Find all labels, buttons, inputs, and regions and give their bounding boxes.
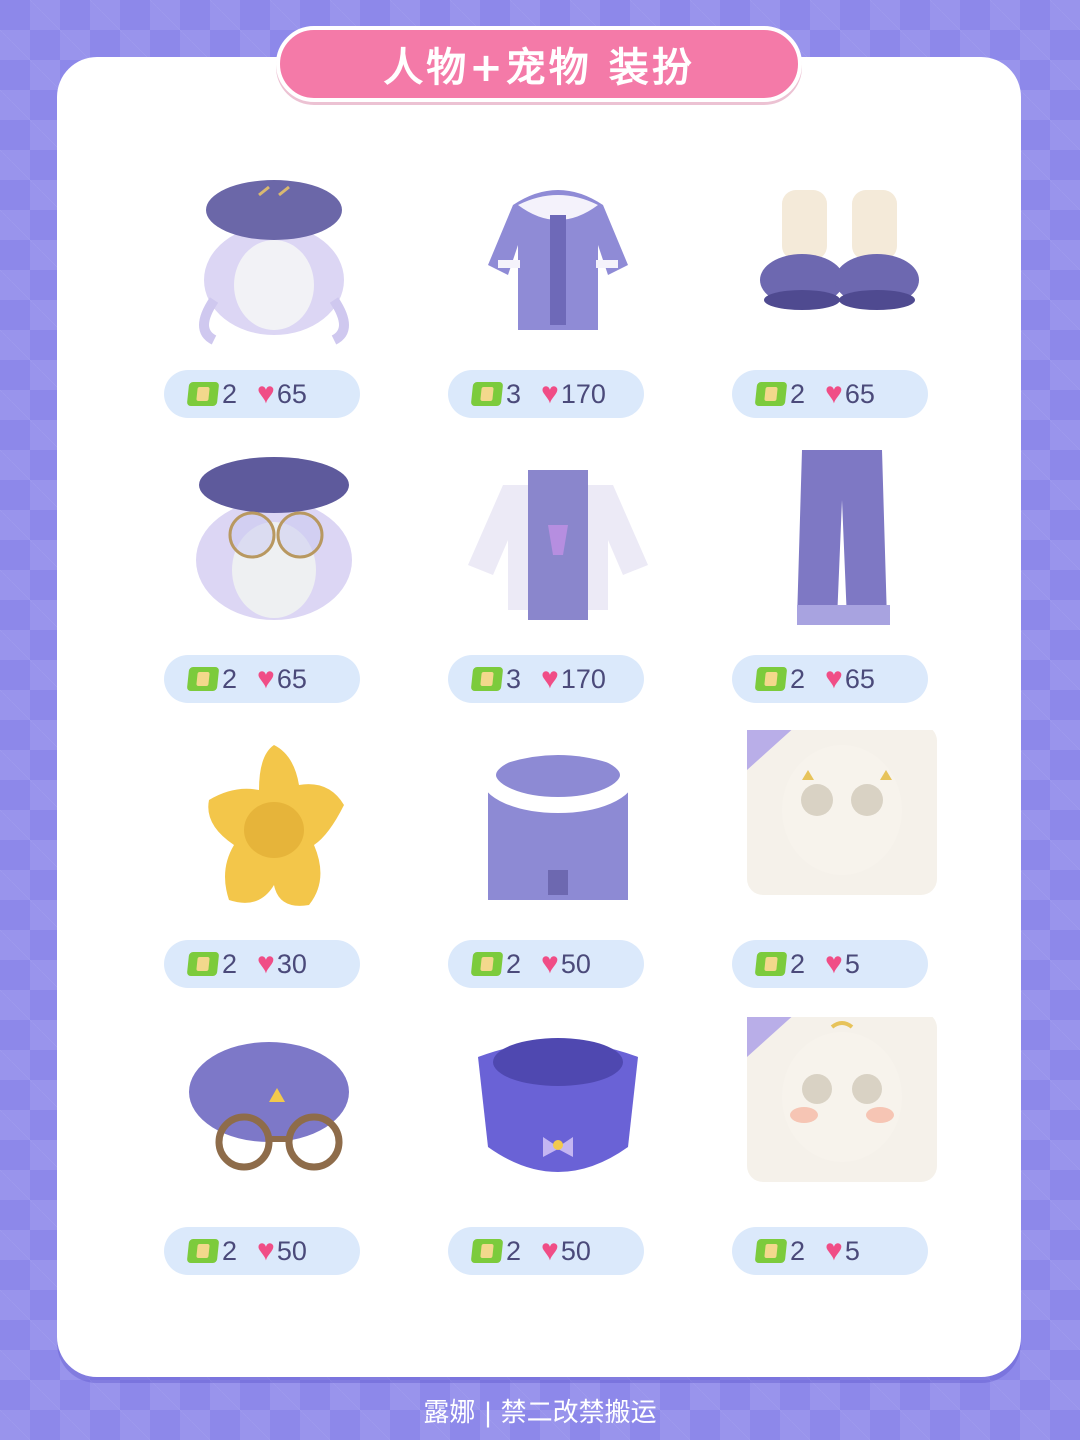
hooded-jacket-image: [488, 190, 628, 330]
item-card[interactable]: 2 ♥ 65: [732, 445, 952, 715]
heart-icon: ♥: [825, 377, 843, 410]
heart-icon: ♥: [825, 662, 843, 695]
item-card[interactable]: 2 ♥ 65: [164, 445, 384, 715]
ticket-icon: [186, 667, 220, 691]
ticket-icon: [470, 952, 504, 976]
wide-pants-image: [797, 450, 890, 625]
glasses-hair-image: [196, 457, 352, 620]
price-pill: 2 ♥ 50: [164, 1227, 360, 1275]
heart-icon: ♥: [825, 947, 843, 980]
heart-icon: ♥: [541, 662, 559, 695]
ticket-count: 2: [790, 1235, 806, 1266]
item-card[interactable]: 3 ♥ 170: [448, 445, 668, 715]
price-pill: 2 ♥ 50: [448, 940, 644, 988]
price-pill: 2 ♥ 65: [164, 655, 360, 703]
heart-count: 65: [844, 663, 875, 694]
heart-count: 170: [560, 378, 606, 409]
heart-count: 5: [844, 1235, 860, 1266]
price-pill: 3 ♥ 170: [448, 370, 644, 418]
heart-icon: ♥: [541, 377, 559, 410]
ticket-count: 3: [506, 663, 522, 694]
scarf-jacket-image: [468, 470, 648, 620]
collar-cape-image: [480, 737, 636, 900]
ticket-count: 2: [790, 948, 806, 979]
heart-icon: ♥: [257, 1234, 275, 1267]
heart-count: 50: [276, 1235, 307, 1266]
pet-collar-image: [478, 1038, 638, 1172]
price-pill: 2 ♥ 5: [732, 940, 928, 988]
ticket-icon: [754, 382, 788, 406]
ticket-icon: [754, 1239, 788, 1263]
item-card[interactable]: 2 ♥ 65: [164, 160, 384, 430]
heart-count: 65: [276, 663, 307, 694]
ticket-count: 2: [222, 663, 238, 694]
face-blush-image: [747, 1017, 937, 1182]
item-card[interactable]: 2 ♥ 5: [732, 1017, 952, 1287]
beret-hair-image: [199, 180, 349, 345]
ticket-count: 2: [222, 948, 238, 979]
item-card[interactable]: 2 ♥ 5: [732, 730, 952, 1000]
heart-icon: ♥: [257, 947, 275, 980]
item-card[interactable]: 2 ♥ 50: [448, 730, 668, 1000]
item-card[interactable]: 2 ♥ 30: [164, 730, 384, 1000]
heart-icon: ♥: [257, 377, 275, 410]
item-grid: 2 ♥ 65 3 ♥ 170 2 ♥ 65 2 ♥ 65 3 ♥ 170 2 ♥…: [0, 0, 1080, 1440]
item-card[interactable]: 3 ♥ 170: [448, 160, 668, 430]
heart-icon: ♥: [541, 947, 559, 980]
ticket-icon: [470, 667, 504, 691]
price-pill: 2 ♥ 65: [732, 370, 928, 418]
heart-count: 5: [844, 948, 860, 979]
heart-count: 30: [276, 948, 307, 979]
item-card[interactable]: 2 ♥ 50: [164, 1017, 384, 1287]
ticket-count: 2: [506, 948, 522, 979]
star-pillow-image: [208, 745, 344, 906]
ticket-count: 2: [222, 1235, 238, 1266]
heart-count: 170: [560, 663, 606, 694]
price-pill: 2 ♥ 50: [448, 1227, 644, 1275]
ticket-count: 2: [790, 378, 806, 409]
ticket-icon: [186, 952, 220, 976]
heart-count: 50: [560, 948, 591, 979]
price-pill: 2 ♥ 65: [732, 655, 928, 703]
heart-count: 50: [560, 1235, 591, 1266]
heart-count: 65: [844, 378, 875, 409]
pet-beret-glasses-image: [189, 1042, 349, 1171]
ticket-icon: [186, 382, 220, 406]
face-sparkle-image: [747, 730, 937, 895]
ticket-icon: [470, 382, 504, 406]
ticket-count: 2: [506, 1235, 522, 1266]
footer-credit: 露娜 | 禁二改禁搬运: [423, 1398, 657, 1428]
ticket-icon: [186, 1239, 220, 1263]
price-pill: 3 ♥ 170: [448, 655, 644, 703]
price-pill: 2 ♥ 5: [732, 1227, 928, 1275]
ticket-icon: [470, 1239, 504, 1263]
item-card[interactable]: 2 ♥ 50: [448, 1017, 668, 1287]
price-pill: 2 ♥ 30: [164, 940, 360, 988]
item-card[interactable]: 2 ♥ 65: [732, 160, 952, 430]
sneakers-image: [760, 190, 919, 310]
ticket-icon: [754, 952, 788, 976]
ticket-count: 2: [790, 663, 806, 694]
ticket-count: 2: [222, 378, 238, 409]
ticket-count: 3: [506, 378, 522, 409]
ticket-icon: [754, 667, 788, 691]
price-pill: 2 ♥ 65: [164, 370, 360, 418]
heart-icon: ♥: [257, 662, 275, 695]
heart-count: 65: [276, 378, 307, 409]
heart-icon: ♥: [541, 1234, 559, 1267]
heart-icon: ♥: [825, 1234, 843, 1267]
